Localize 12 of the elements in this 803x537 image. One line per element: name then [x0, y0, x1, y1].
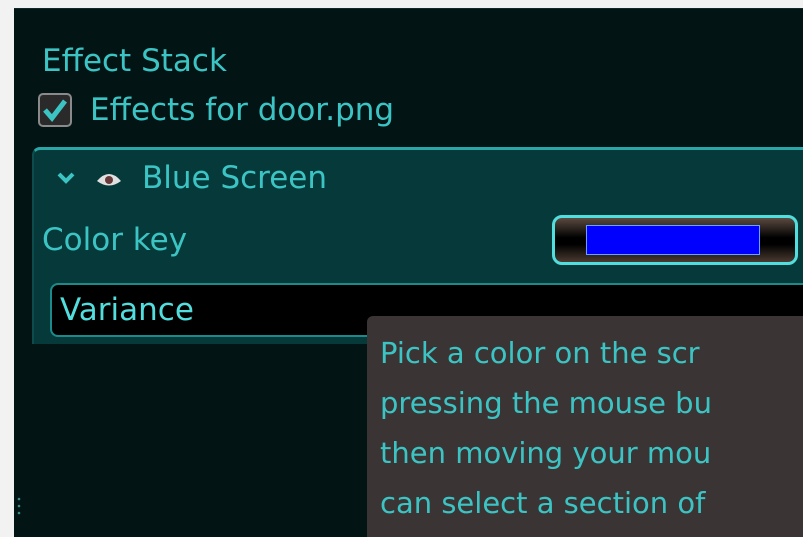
color-picker-button[interactable] [552, 215, 798, 265]
tooltip-text: can select a section of [380, 485, 706, 522]
panel-title: Effect Stack [41, 42, 227, 81]
tooltip-text: Pick a color on the scr [380, 335, 700, 372]
effect-name: Blue Screen [142, 160, 328, 196]
checkbox-label: Effects for door.png [90, 92, 394, 128]
chevron-icon[interactable] [56, 171, 76, 185]
param-label: Color key [42, 222, 188, 258]
tooltip-text: then moving your mou [380, 435, 712, 472]
tooltip-text: pressing the mouse bu [380, 385, 712, 422]
checkbox[interactable] [38, 93, 72, 127]
splitter-handle-icon[interactable] [17, 497, 21, 515]
